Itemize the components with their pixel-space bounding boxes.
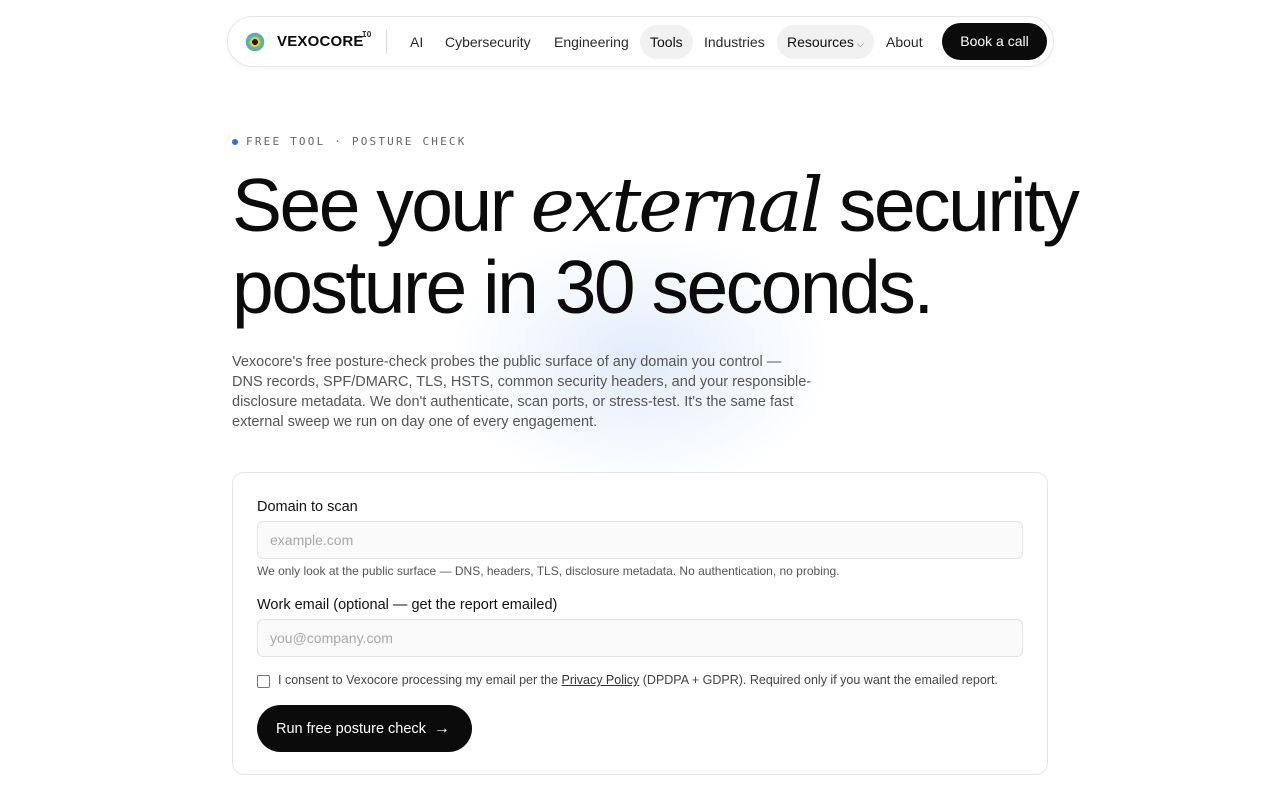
accent-dot-icon [232, 138, 238, 145]
arrow-right-icon: → [433, 720, 450, 737]
domain-input[interactable] [257, 521, 1023, 559]
brand-name[interactable]: VEXOCORE [277, 33, 364, 50]
consent-text-pre: I consent to Vexocore processing my emai… [278, 673, 562, 687]
domain-label: Domain to scan [257, 499, 358, 515]
brand-suffix: .IO [357, 30, 372, 39]
nav-item-resources-label: Resources [787, 34, 854, 50]
run-posture-check-button[interactable]: Run free posture check → [257, 705, 472, 752]
headline-pre: See your [232, 163, 531, 247]
nav-item-ai[interactable]: AI [400, 25, 433, 59]
nav-item-cybersecurity[interactable]: Cybersecurity [435, 25, 541, 59]
email-input[interactable] [257, 619, 1023, 657]
page-title: See your external security posture in 30… [232, 164, 1092, 328]
headline-emphasis: external [530, 161, 824, 249]
nav-divider [386, 30, 387, 54]
intro-paragraph: Vexocore's free posture-check probes the… [232, 354, 812, 430]
consent-checkbox[interactable] [257, 675, 270, 688]
submit-label: Run free posture check [276, 721, 426, 737]
email-label: Work email (optional — get the report em… [257, 597, 558, 613]
nav-item-about[interactable]: About [876, 25, 933, 59]
domain-hint: We only look at the public surface — DNS… [257, 564, 840, 578]
vexocore-logo-icon[interactable] [244, 31, 266, 53]
nav-item-resources[interactable]: Resources ⌵ [777, 25, 874, 59]
book-a-call-button[interactable]: Book a call [942, 23, 1047, 60]
posture-check-form: Domain to scan We only look at the publi… [232, 472, 1048, 775]
nav-item-engineering[interactable]: Engineering [544, 25, 639, 59]
nav-item-industries[interactable]: Industries [694, 25, 775, 59]
eyebrow: FREE TOOL · POSTURE CHECK [232, 135, 467, 148]
top-navigation: VEXOCORE .IO AI Cybersecurity Engineerin… [227, 16, 1054, 67]
nav-item-tools[interactable]: Tools [640, 25, 693, 59]
chevron-down-icon: ⌵ [856, 39, 864, 49]
consent-text: I consent to Vexocore processing my emai… [278, 673, 998, 687]
eyebrow-text: FREE TOOL · POSTURE CHECK [246, 135, 467, 148]
consent-text-post: (DPDPA + GDPR). Required only if you wan… [639, 673, 998, 687]
privacy-policy-link[interactable]: Privacy Policy [561, 673, 639, 687]
